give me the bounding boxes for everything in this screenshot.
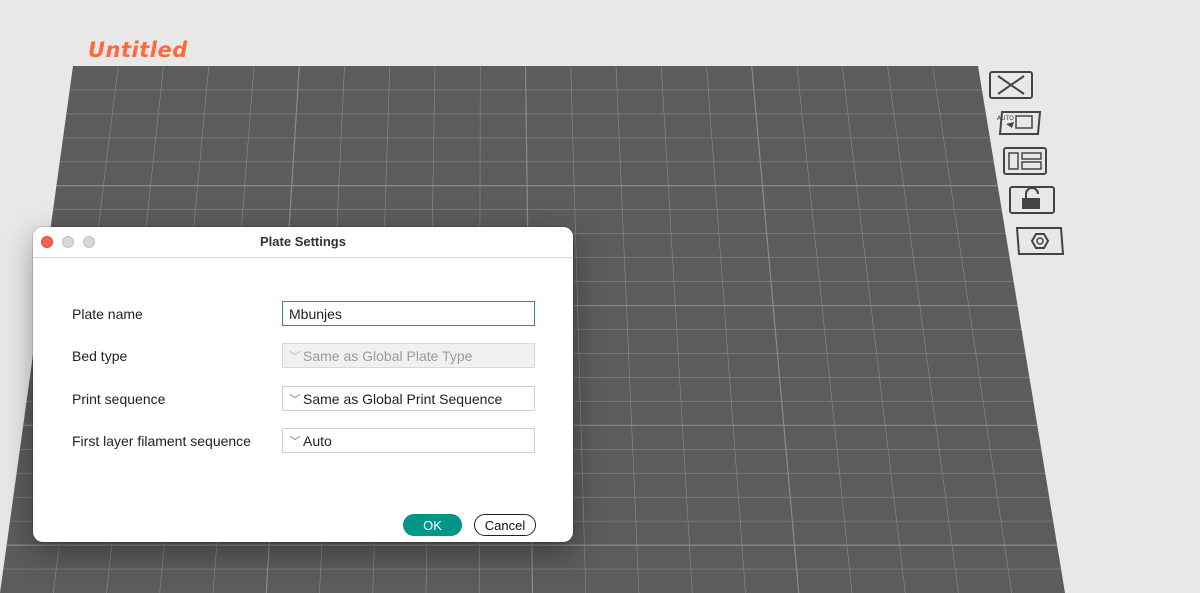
bed-type-value: Same as Global Plate Type <box>303 347 473 364</box>
auto-orient-icon[interactable]: AUTO <box>994 108 1044 138</box>
chevron-down-icon: ﹀ <box>289 350 301 363</box>
chevron-down-icon: ﹀ <box>289 393 301 406</box>
close-plate-icon[interactable] <box>988 70 1034 100</box>
bed-type-select: ﹀ Same as Global Plate Type <box>282 343 535 368</box>
workspace: Untitled AUTO Plate Settings Plate name … <box>0 0 1200 593</box>
plate-settings-icon[interactable] <box>1013 224 1067 258</box>
arrange-icon[interactable] <box>1000 145 1050 177</box>
print-sequence-select[interactable]: ﹀ Same as Global Print Sequence <box>282 386 535 411</box>
first-layer-label: First layer filament sequence <box>72 433 251 449</box>
ok-button[interactable]: OK <box>403 514 462 536</box>
bed-type-label: Bed type <box>72 348 128 364</box>
plate-settings-dialog: Plate Settings Plate name Bed type ﹀ Sam… <box>33 227 573 542</box>
print-sequence-row: Print sequence ﹀ Same as Global Print Se… <box>33 386 573 412</box>
plate-name-row: Plate name <box>33 301 573 327</box>
plate-name-label: Plate name <box>72 306 143 322</box>
cancel-button[interactable]: Cancel <box>474 514 536 536</box>
print-sequence-label: Print sequence <box>72 391 166 407</box>
dialog-title: Plate Settings <box>260 234 346 249</box>
first-layer-select[interactable]: ﹀ Auto <box>282 428 535 453</box>
dialog-titlebar: Plate Settings <box>33 227 573 258</box>
lock-icon[interactable] <box>1006 184 1058 216</box>
plate-name-input[interactable] <box>282 301 535 326</box>
bed-type-row: Bed type ﹀ Same as Global Plate Type <box>33 343 573 369</box>
first-layer-row: First layer filament sequence ﹀ Auto <box>33 428 573 454</box>
first-layer-value: Auto <box>303 432 332 449</box>
plate-title: Untitled <box>88 38 188 62</box>
chevron-down-icon: ﹀ <box>289 435 301 448</box>
print-sequence-value: Same as Global Print Sequence <box>303 390 503 407</box>
svg-text:AUTO: AUTO <box>997 115 1014 122</box>
